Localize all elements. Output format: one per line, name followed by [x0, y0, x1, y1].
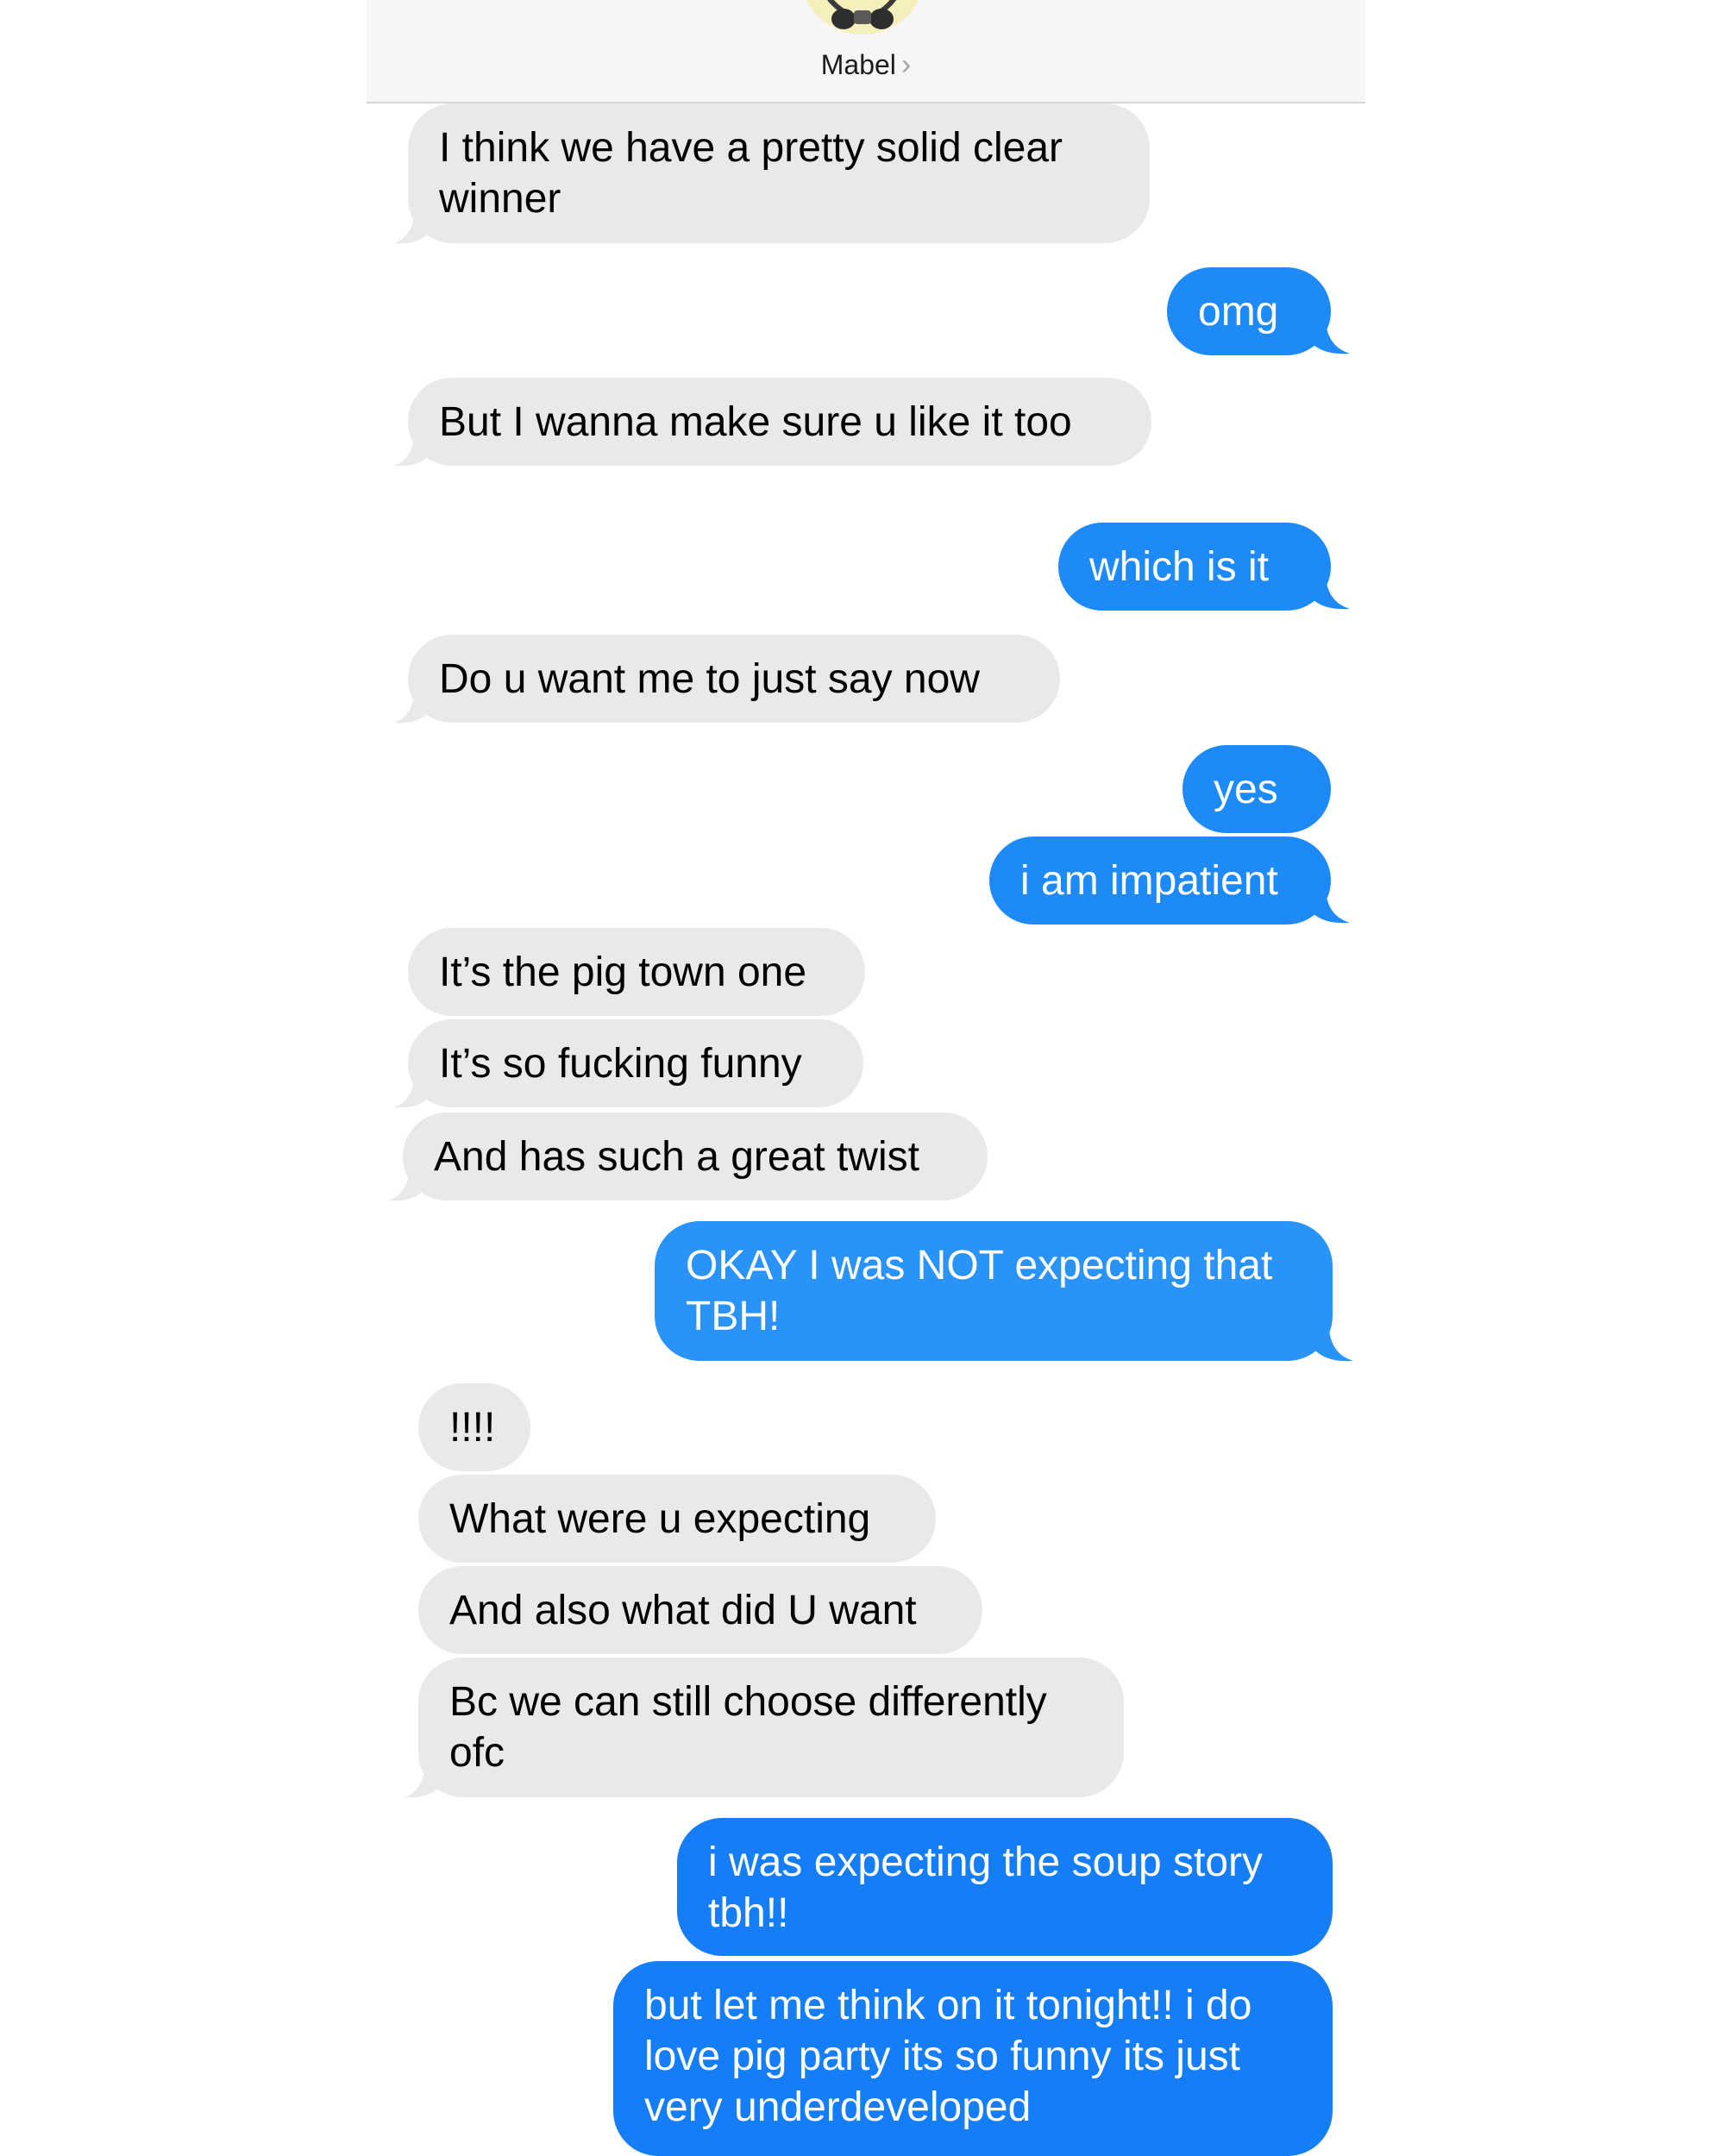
message-bubble-outgoing[interactable]: i am impatient	[989, 837, 1331, 924]
bubble-tail	[1312, 890, 1350, 924]
bubble-tail	[389, 1168, 423, 1201]
message-bubble-outgoing[interactable]: omg	[1167, 267, 1331, 355]
chevron-right-icon: ›	[900, 48, 912, 81]
message-bubble-incoming[interactable]: But I wanna make sure u like it too	[408, 378, 1151, 466]
memoji-avatar-icon[interactable]	[802, 0, 923, 34]
bubble-tail	[405, 1764, 439, 1798]
contact-name: Mabel	[820, 49, 896, 80]
message-bubble-incoming[interactable]: !!!!	[418, 1383, 530, 1471]
message-bubble-outgoing[interactable]: but let me think on it tonight!! i do lo…	[613, 1961, 1333, 2156]
message-bubble-incoming[interactable]: And also what did U want	[418, 1566, 982, 1654]
message-bubble-incoming[interactable]: What were u expecting	[418, 1475, 936, 1563]
message-bubble-incoming[interactable]: It’s so fucking funny	[408, 1019, 863, 1107]
message-bubble-outgoing[interactable]: OKAY I was NOT expecting that TBH!	[655, 1221, 1333, 1361]
message-bubble-incoming[interactable]: I think we have a pretty solid clear win…	[408, 103, 1150, 243]
bubble-tail	[394, 1075, 429, 1108]
message-bubble-outgoing[interactable]: i was expecting the soup story tbh!!	[677, 1818, 1333, 1956]
message-bubble-outgoing[interactable]: yes	[1182, 745, 1331, 833]
message-bubble-incoming[interactable]: Do u want me to just say now	[408, 635, 1060, 723]
bubble-tail	[1315, 1328, 1353, 1362]
message-bubble-incoming[interactable]: Bc we can still choose differently ofc	[418, 1658, 1124, 1797]
bubble-tail	[394, 210, 429, 244]
messages-screen: Mabel › I think we have a pretty solid cl…	[367, 0, 1365, 2156]
bubble-tail	[394, 690, 429, 724]
bubble-tail	[1312, 321, 1350, 354]
message-bubble-incoming[interactable]: It’s the pig town one	[408, 928, 865, 1016]
bubble-tail	[1312, 576, 1350, 610]
contact-name-button[interactable]: Mabel ›	[367, 48, 1365, 82]
conversation-header: Mabel ›	[367, 0, 1365, 103]
bubble-tail	[394, 433, 429, 467]
message-bubble-incoming[interactable]: And has such a great twist	[403, 1112, 988, 1200]
message-bubble-outgoing[interactable]: which is it	[1058, 523, 1331, 611]
